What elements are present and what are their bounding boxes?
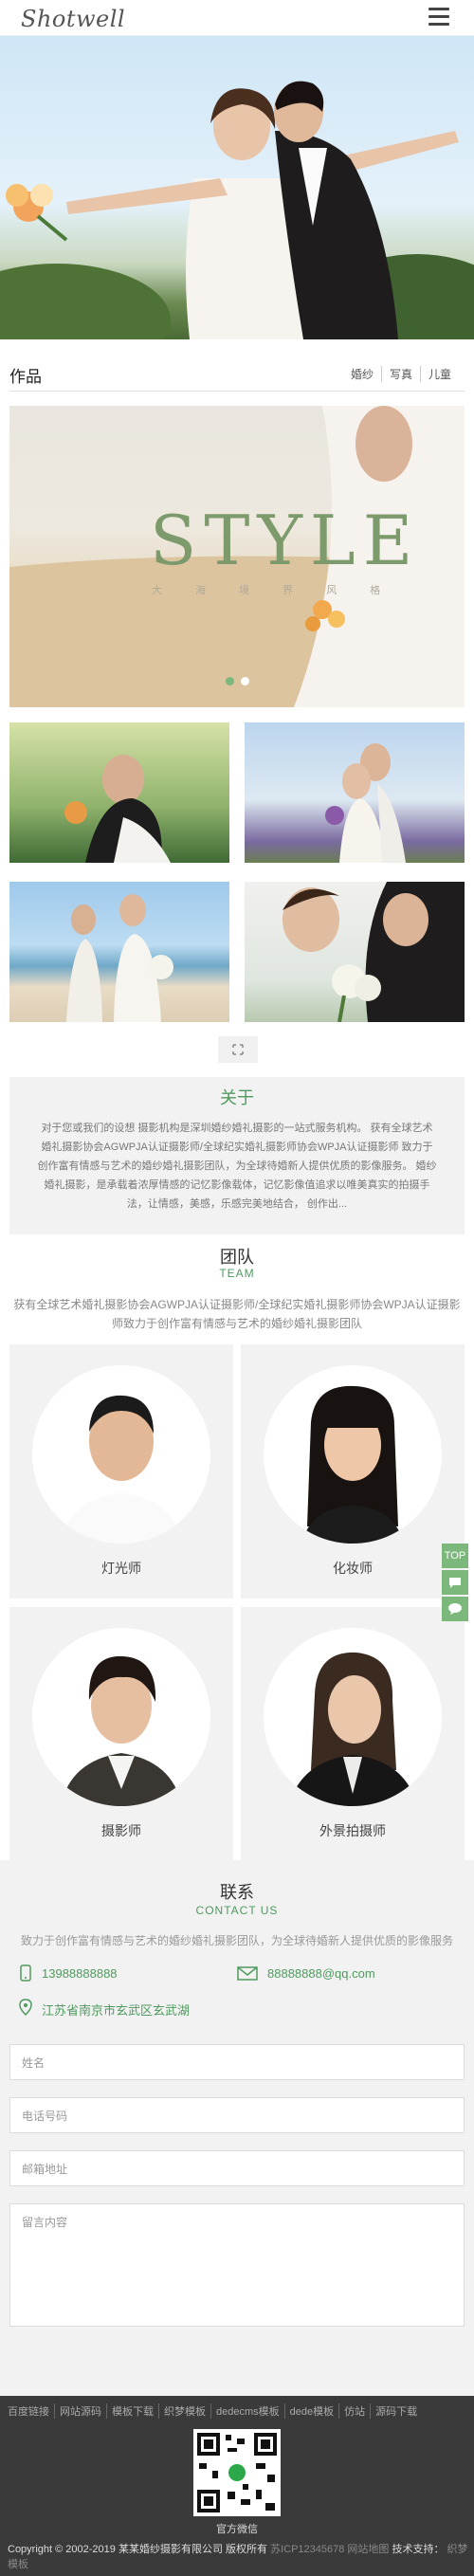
footer-link[interactable]: 织梦模板	[158, 2403, 210, 2419]
message-icon[interactable]	[442, 1597, 468, 1621]
team-description: 获有全球艺术婚礼摄影协会AGWPJA认证摄影师/全球纪实婚礼摄影师协会WPJA认…	[13, 1298, 461, 1330]
contact-description: 致力于创作富有情感与艺术的婚纱婚礼摄影团队，为全球待婚新人提供优质的影像服务	[20, 1934, 453, 1947]
banner-title: STYLE	[150, 501, 421, 580]
icp-link[interactable]: 苏ICP12345678	[270, 2544, 344, 2555]
tech-support-label: 技术支持：	[392, 2544, 445, 2555]
site-footer: 百度链接 网站源码 模板下载 织梦模板 dedecms模板 dede模板 仿站 …	[0, 2396, 474, 2576]
copyright-text: Copyright © 2002-2019 某某婚纱摄影有限公司 版权所有	[8, 2544, 268, 2555]
message-field[interactable]: 留言内容	[9, 2203, 465, 2327]
banner-subtitle: 大 海 境 界 风 格	[152, 585, 396, 596]
back-to-top-button[interactable]: TOP	[442, 1544, 468, 1568]
team-card[interactable]: 摄影师	[9, 1607, 233, 1861]
wechat-qr-code	[193, 2429, 281, 2516]
footer-link[interactable]: 仿站	[338, 2403, 370, 2419]
contact-email[interactable]: 88888888@qq.com	[267, 1966, 375, 1981]
contact-section: 联系 CONTACT US 致力于创作富有情感与艺术的婚纱婚礼摄影团队，为全球待…	[0, 1860, 474, 2396]
footer-link[interactable]: 网站源码	[54, 2403, 106, 2419]
team-card[interactable]: 外景拍摄师	[241, 1607, 465, 1861]
footer-link[interactable]: 百度链接	[8, 2403, 54, 2419]
mail-icon	[237, 1964, 258, 1986]
member-role: 外景拍摄师	[319, 1823, 386, 1838]
about-text: 对于您或我们的设想 摄影机构是深圳婚纱婚礼摄影的一站式服务机构。 获有全球艺术婚…	[37, 1123, 437, 1210]
location-icon	[17, 1999, 34, 2020]
works-banner[interactable]: STYLE 大 海 境 界 风 格	[9, 406, 465, 707]
site-header: Shotwell	[0, 0, 474, 36]
tab-wedding[interactable]: 婚纱	[343, 366, 381, 382]
footer-links: 百度链接 网站源码 模板下载 织梦模板 dedecms模板 dede模板 仿站 …	[8, 2403, 472, 2419]
about-section: 关于 对于您或我们的设想 摄影机构是深圳婚纱婚礼摄影的一站式服务机构。 获有全球…	[9, 1077, 465, 1234]
contact-title: 联系	[220, 1883, 254, 1902]
work-thumbnail[interactable]	[245, 882, 465, 1022]
hero-image	[0, 36, 474, 339]
team-card[interactable]: 灯光师	[9, 1344, 233, 1599]
footer-link[interactable]: dede模板	[283, 2403, 338, 2419]
email-field[interactable]: 邮箱地址	[9, 2150, 465, 2186]
contact-address: 江苏省南京市玄武区玄武湖	[42, 2003, 191, 2018]
member-photo	[32, 1365, 210, 1544]
member-photo	[264, 1365, 442, 1544]
member-role: 化妆师	[333, 1561, 373, 1576]
menu-icon[interactable]	[428, 8, 449, 27]
contact-subtitle: CONTACT US	[195, 1904, 279, 1917]
qr-label: 官方微信	[216, 2524, 258, 2535]
footer-link[interactable]: dedecms模板	[210, 2403, 284, 2419]
name-field[interactable]: 姓名	[9, 2044, 465, 2080]
carousel-dot[interactable]	[241, 677, 249, 685]
about-title: 关于	[220, 1088, 254, 1107]
team-card[interactable]: 化妆师	[241, 1344, 465, 1599]
phone-icon	[17, 1964, 34, 1986]
work-thumbnail[interactable]	[245, 722, 465, 863]
footer-link[interactable]: 源码下载	[370, 2403, 422, 2419]
works-tabs: 婚纱 写真 儿童	[343, 366, 459, 382]
work-thumbnail[interactable]	[9, 722, 229, 863]
contact-phone[interactable]: 13988888888	[42, 1966, 118, 1981]
team-subtitle: TEAM	[219, 1267, 255, 1280]
member-photo	[264, 1628, 442, 1806]
work-thumbnail[interactable]	[9, 882, 229, 1022]
member-role: 灯光师	[101, 1561, 141, 1576]
member-role: 摄影师	[101, 1823, 141, 1838]
copyright: Copyright © 2002-2019 某某婚纱摄影有限公司 版权所有 苏I…	[8, 2542, 472, 2572]
member-photo	[32, 1628, 210, 1806]
logo[interactable]: Shotwell	[21, 6, 125, 32]
divider	[9, 391, 465, 392]
works-title: 作品	[9, 368, 42, 386]
chat-icon[interactable]	[442, 1570, 468, 1595]
footer-link[interactable]: 模板下载	[106, 2403, 158, 2419]
carousel-dot[interactable]	[226, 677, 234, 685]
sitemap-link[interactable]: 网站地图	[347, 2544, 389, 2555]
phone-field[interactable]: 电话号码	[9, 2097, 465, 2133]
team-title: 团队	[220, 1248, 254, 1267]
expand-icon[interactable]	[218, 1036, 258, 1063]
tab-children[interactable]: 儿童	[419, 366, 459, 382]
tab-portrait[interactable]: 写真	[380, 366, 420, 382]
